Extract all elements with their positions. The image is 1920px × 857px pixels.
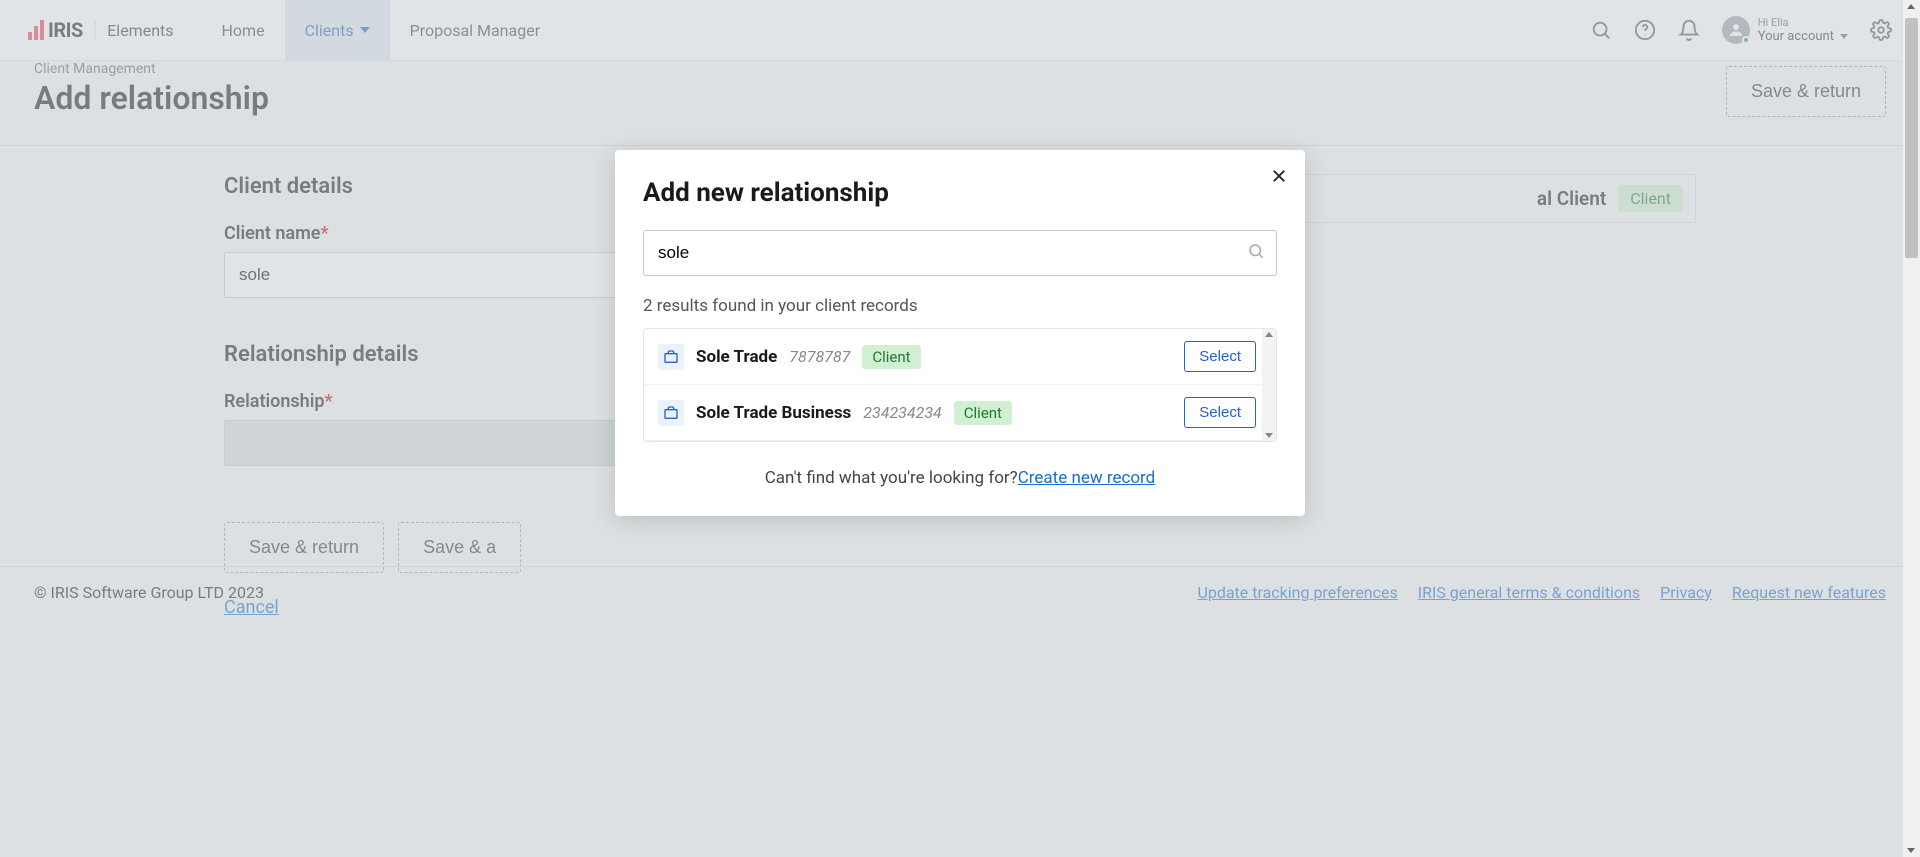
briefcase-icon xyxy=(658,400,684,426)
search-icon xyxy=(1247,242,1265,264)
results-list: Sole Trade 7878787 Client Select Sole Tr… xyxy=(643,328,1277,442)
result-badge: Client xyxy=(954,401,1012,425)
result-id: 234234234 xyxy=(863,403,941,422)
result-name: Sole Trade Business xyxy=(696,403,851,423)
search-input[interactable] xyxy=(643,230,1277,276)
select-button[interactable]: Select xyxy=(1184,341,1256,372)
modal-title: Add new relationship xyxy=(643,178,1277,208)
add-relationship-modal: Add new relationship 2 results found in … xyxy=(615,150,1305,516)
close-icon[interactable] xyxy=(1267,164,1291,188)
briefcase-icon xyxy=(658,344,684,370)
modal-footer-text: Can't find what you're looking for?Creat… xyxy=(643,468,1277,488)
create-new-record-link[interactable]: Create new record xyxy=(1018,468,1156,488)
result-name: Sole Trade xyxy=(696,347,777,367)
select-button[interactable]: Select xyxy=(1184,397,1256,428)
page-scrollbar[interactable] xyxy=(1903,0,1920,857)
results-count: 2 results found in your client records xyxy=(643,296,1277,316)
scroll-up-icon[interactable] xyxy=(1907,4,1915,9)
result-row: Sole Trade Business 234234234 Client Sel… xyxy=(644,385,1276,441)
scroll-down-icon[interactable] xyxy=(1265,433,1273,438)
scrollbar-thumb[interactable] xyxy=(1905,18,1918,258)
result-row: Sole Trade 7878787 Client Select xyxy=(644,329,1276,385)
scroll-up-icon[interactable] xyxy=(1265,332,1273,337)
result-badge: Client xyxy=(862,345,920,369)
list-scrollbar[interactable] xyxy=(1262,329,1276,441)
result-id: 7878787 xyxy=(789,347,850,366)
scroll-down-icon[interactable] xyxy=(1907,848,1915,853)
